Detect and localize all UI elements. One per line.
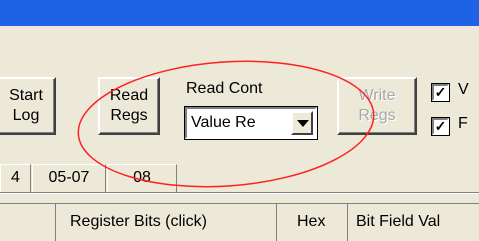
- checkbox-1[interactable]: ✓: [431, 83, 450, 102]
- write-regs-label-line1: Write: [358, 87, 396, 104]
- tab-04[interactable]: 4: [0, 164, 31, 192]
- write-regs-label-line2: Regs: [358, 107, 396, 124]
- read-cont-label: Read Cont: [186, 80, 263, 97]
- checkbox-2[interactable]: ✓: [431, 117, 450, 136]
- title-bar-edge: [0, 26, 479, 30]
- tab-05-07-label: 05-07: [48, 169, 90, 186]
- grid-header-bit-field-val[interactable]: Bit Field Val: [348, 204, 479, 241]
- tab-04-label: 4: [11, 169, 20, 186]
- tab-08-label: 08: [133, 169, 151, 186]
- grid-header-row: Register Bits (click) Hex Bit Field Val: [0, 203, 479, 241]
- chevron-down-icon[interactable]: [291, 111, 313, 135]
- tab-08[interactable]: 08: [107, 164, 177, 192]
- checkbox-1-label: V: [458, 81, 469, 98]
- tab-strip-highlight: [0, 193, 479, 194]
- start-log-label-line2: Log: [12, 107, 40, 124]
- start-log-button[interactable]: Start Log: [0, 77, 56, 135]
- read-regs-button[interactable]: Read Regs: [98, 77, 160, 135]
- tab-05-07[interactable]: 05-07: [32, 164, 106, 192]
- start-log-label-line1: Start: [9, 87, 43, 104]
- grid-header-hex[interactable]: Hex: [277, 204, 348, 241]
- grid-header-blank[interactable]: [0, 204, 56, 241]
- window-title-bar: [0, 0, 479, 26]
- write-regs-button[interactable]: Write Regs: [337, 77, 417, 135]
- read-cont-select-value: Value Re: [191, 114, 256, 131]
- checkbox-2-label: F: [458, 115, 468, 132]
- read-regs-label-line2: Regs: [110, 107, 148, 124]
- read-cont-select[interactable]: Value Re: [184, 106, 318, 140]
- read-regs-label-line1: Read: [109, 87, 149, 104]
- grid-header-register-bits[interactable]: Register Bits (click): [56, 204, 277, 241]
